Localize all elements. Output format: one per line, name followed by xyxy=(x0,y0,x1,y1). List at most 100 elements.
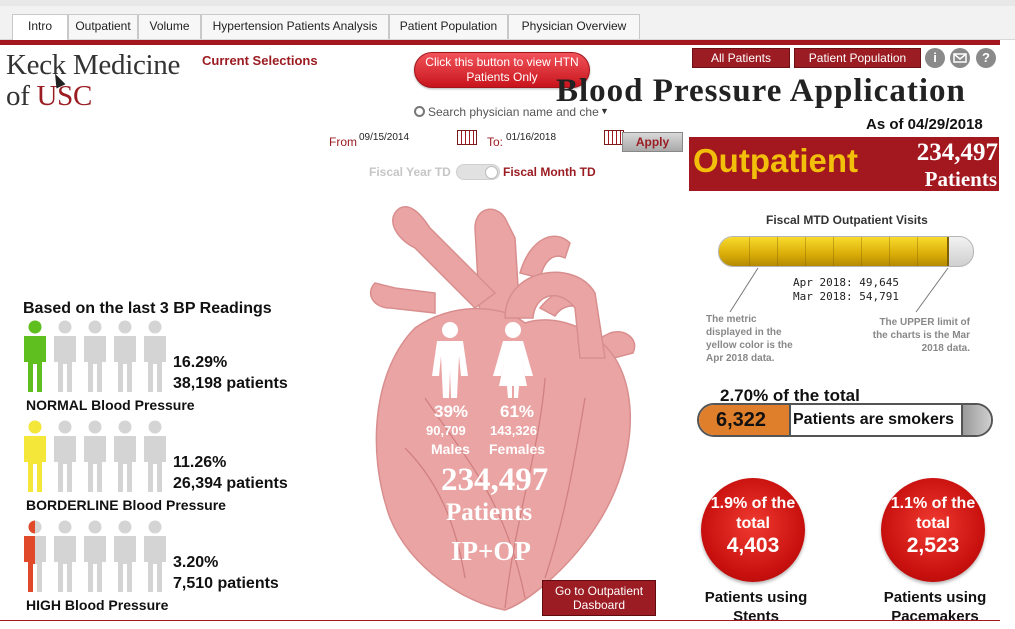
physician-search-input[interactable]: Search physician name and che xyxy=(414,105,610,123)
heart-ipop-label: IP+OP xyxy=(451,536,531,566)
borderline-bp-count: 26,394 patients xyxy=(173,475,288,492)
tab-physician-overview[interactable]: Physician Overview xyxy=(508,14,640,39)
help-icon[interactable]: ? xyxy=(976,48,996,68)
stents-bubble: 1.9% of the total 4,403 xyxy=(701,478,805,582)
keck-medicine-logo: Keck Medicine of USC xyxy=(6,50,180,112)
gauge-note-right: The UPPER limit of the charts is the Mar… xyxy=(872,317,970,354)
current-selections-link[interactable]: Current Selections xyxy=(202,53,318,68)
header-red-bar xyxy=(0,40,1000,45)
stents-percent: 1.9% of the total xyxy=(710,495,796,532)
gauge-segment xyxy=(833,237,834,266)
high-bp-people-icons xyxy=(24,520,166,592)
from-label: From xyxy=(329,135,357,149)
normal-bp-count: 38,198 patients xyxy=(173,375,288,392)
person-icon xyxy=(144,320,166,392)
gauge-segment xyxy=(805,237,806,266)
gauge-segment xyxy=(889,237,890,266)
tab-hypertension-patients-analysis[interactable]: Hypertension Patients Analysis xyxy=(201,14,389,39)
normal-bp-people-icons xyxy=(24,320,166,392)
high-bp-label: HIGH Blood Pressure xyxy=(26,597,169,613)
gauge-segment xyxy=(777,237,778,266)
from-date-input[interactable]: 09/15/2014 xyxy=(359,132,409,143)
pacemakers-percent: 1.1% of the total xyxy=(890,495,976,532)
smokers-text: Patients are smokers xyxy=(793,411,954,428)
borderline-bp-people-icons xyxy=(24,420,166,492)
footer-line xyxy=(0,620,1000,621)
logo-of: of xyxy=(6,80,37,112)
person-icon xyxy=(24,520,46,592)
normal-bp-label: NORMAL Blood Pressure xyxy=(26,397,195,413)
pacemakers-count: 2,523 xyxy=(906,534,960,557)
to-date-input[interactable]: 01/16/2018 xyxy=(506,132,556,143)
borderline-bp-percent: 11.26% xyxy=(173,454,227,471)
gauge-segment xyxy=(749,237,750,266)
person-icon xyxy=(84,320,106,392)
dropdown-caret-icon[interactable]: ▼ xyxy=(600,106,609,116)
bp-readings-title: Based on the last 3 BP Readings xyxy=(23,300,272,317)
person-icon xyxy=(84,420,106,492)
go-to-outpatient-dashboard-button[interactable]: Go to Outpatient Dasboard xyxy=(542,580,656,616)
as-of-date: As of 04/29/2018 xyxy=(866,116,983,133)
person-icon xyxy=(84,520,106,592)
person-icon xyxy=(54,320,76,392)
mtd-gauge-fill xyxy=(719,237,950,266)
normal-bp-percent: 16.29% xyxy=(173,354,228,371)
logo-line1: Keck Medicine xyxy=(6,49,181,81)
info-icon[interactable]: i xyxy=(925,48,945,68)
person-icon xyxy=(114,420,136,492)
to-label: To: xyxy=(487,135,504,149)
outpatient-summary-box: Outpatient 234,497 Patients xyxy=(689,137,999,191)
fiscal-period-toggle[interactable] xyxy=(456,164,500,180)
females-percent: 61% xyxy=(500,402,535,421)
fiscal-month-td-label[interactable]: Fiscal Month TD xyxy=(503,165,596,179)
gauge-segment xyxy=(917,237,918,266)
email-icon[interactable] xyxy=(950,48,970,68)
females-label: Females xyxy=(489,441,546,457)
pacemakers-bubble: 1.1% of the total 2,523 xyxy=(881,478,985,582)
person-icon xyxy=(114,520,136,592)
gauge-note-left: The metric displayed in the yellow color… xyxy=(706,314,793,364)
heart-patients-label: Patients xyxy=(446,499,533,526)
all-patients-button[interactable]: All Patients xyxy=(692,48,790,68)
apply-button[interactable]: Apply xyxy=(622,132,683,152)
borderline-bp-label: BORDERLINE Blood Pressure xyxy=(26,497,226,513)
cigarette-ash xyxy=(961,405,991,435)
tab-volume[interactable]: Volume xyxy=(138,14,201,39)
person-icon xyxy=(24,420,46,492)
mtd-visits-gauge xyxy=(718,236,974,267)
tab-patient-population[interactable]: Patient Population xyxy=(389,14,508,39)
gauge-callout-lines xyxy=(729,267,949,313)
to-calendar-icon[interactable] xyxy=(604,130,624,145)
app-title: Blood Pressure Application xyxy=(556,73,966,109)
tab-bar: Intro Outpatient Volume Hypertension Pat… xyxy=(0,0,1015,40)
males-count: 90,709 xyxy=(426,423,466,438)
outpatient-unit: Patients xyxy=(924,167,997,191)
mtd-visits-title: Fiscal MTD Outpatient Visits xyxy=(766,213,928,227)
from-calendar-icon[interactable] xyxy=(457,130,477,145)
high-bp-percent: 3.20% xyxy=(173,554,219,571)
person-icon xyxy=(24,320,46,392)
person-icon xyxy=(144,520,166,592)
person-icon xyxy=(54,420,76,492)
search-placeholder: Search physician name and che xyxy=(428,105,599,119)
tab-outpatient[interactable]: Outpatient xyxy=(68,14,138,39)
tab-intro[interactable]: Intro xyxy=(12,14,68,40)
stents-count: 4,403 xyxy=(726,534,780,557)
search-icon xyxy=(414,106,425,117)
person-icon xyxy=(114,320,136,392)
patient-population-button[interactable]: Patient Population xyxy=(794,48,921,68)
gauge-segment xyxy=(861,237,862,266)
heart-total-patients: 234,497 xyxy=(441,462,549,498)
tab-bar-top-strip xyxy=(0,0,1015,6)
males-label: Males xyxy=(431,441,470,457)
person-icon xyxy=(54,520,76,592)
females-count: 143,326 xyxy=(490,423,537,438)
outpatient-label: Outpatient xyxy=(693,142,858,179)
person-icon xyxy=(144,420,166,492)
smokers-count: 6,322 xyxy=(716,409,767,431)
fiscal-year-td-label[interactable]: Fiscal Year TD xyxy=(369,165,451,179)
toggle-knob xyxy=(485,166,498,179)
males-percent: 39% xyxy=(434,402,469,421)
logo-line2: of USC xyxy=(6,81,180,112)
outpatient-count: 234,497 xyxy=(916,139,998,166)
